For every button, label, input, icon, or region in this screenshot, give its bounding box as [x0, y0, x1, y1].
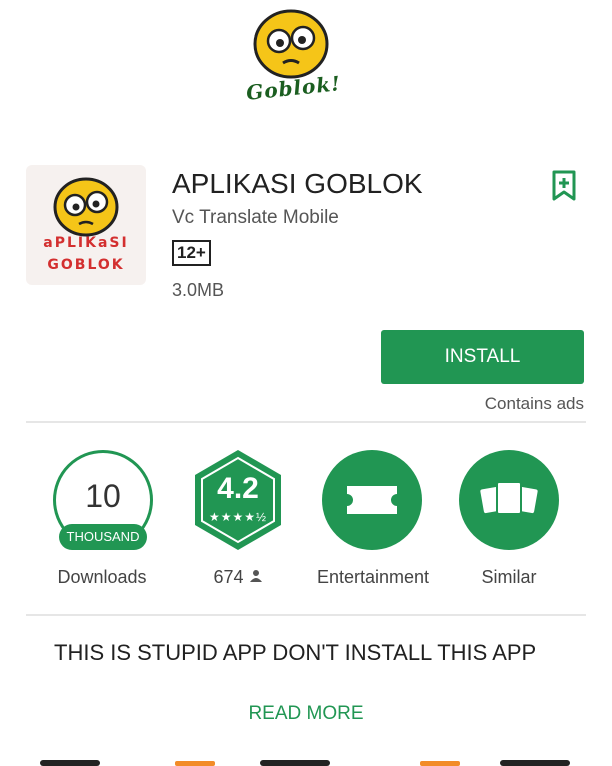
confused-face-icon [53, 177, 119, 237]
rating-stars: ★★★★½ [208, 510, 268, 524]
rating-count-row: 674 [200, 567, 276, 588]
category-caption: Entertainment [316, 567, 430, 587]
app-size: 3.0MB [172, 280, 225, 300]
content-rating-badge: 12+ [172, 240, 211, 266]
similar-caption: Similar [481, 567, 537, 587]
person-icon [249, 570, 262, 582]
rating-count: 674 [213, 567, 244, 587]
app-icon: aPLIKaSI GOBLOK [26, 165, 146, 285]
downloads-unit-pill: THOUSAND [59, 524, 147, 550]
divider [26, 421, 586, 423]
app-icon-text-line1: aPLIKaSI [43, 235, 129, 251]
downloads-number: 10 [85, 478, 121, 514]
ticket-icon [322, 450, 422, 550]
developer-link[interactable]: Vc Translate Mobile [172, 207, 339, 229]
similar-cards-icon [459, 450, 559, 550]
bookmark-add-icon[interactable] [551, 170, 577, 202]
screenshot-strip-edge [40, 760, 570, 766]
header-logo: Goblok! [240, 8, 350, 108]
install-button[interactable]: INSTALL [381, 330, 584, 384]
contains-ads-label: Contains ads [484, 394, 584, 413]
app-title: APLIKASI GOBLOK [172, 168, 423, 199]
confused-face-icon [253, 9, 329, 79]
read-more-link[interactable]: READ MORE [226, 703, 386, 725]
divider [26, 614, 586, 616]
downloads-caption: Downloads [57, 567, 147, 587]
app-description: THIS IS STUPID APP DON'T INSTALL THIS AP… [54, 640, 537, 665]
app-icon-text-line2: GOBLOK [47, 257, 125, 273]
rating-value: 4.2 [217, 472, 259, 505]
